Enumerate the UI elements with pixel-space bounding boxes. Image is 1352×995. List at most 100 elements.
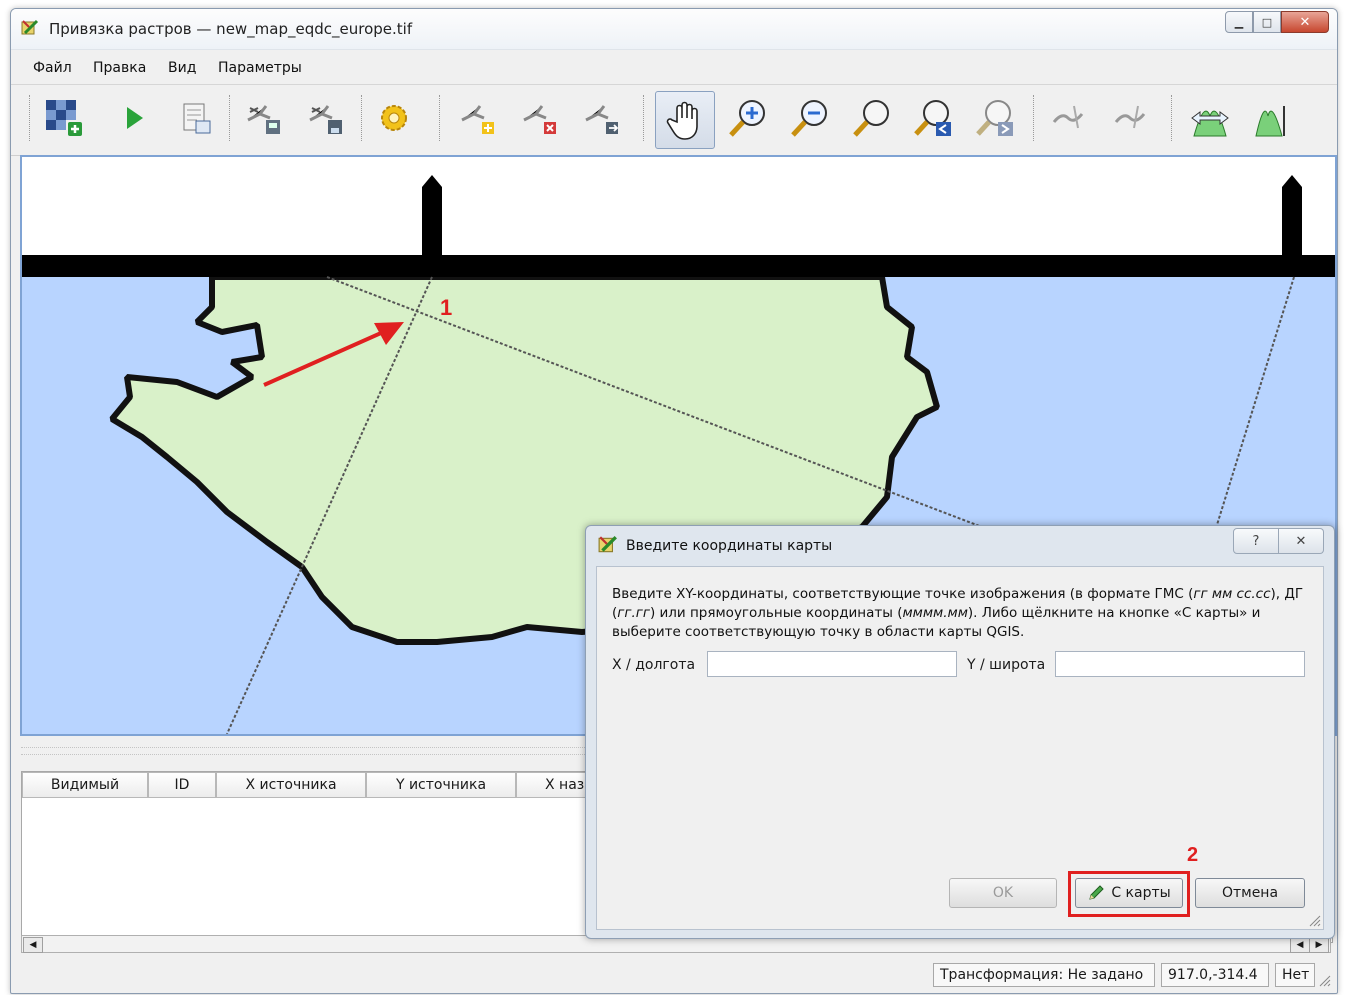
resize-grip-icon[interactable] [1317, 973, 1331, 987]
status-crs[interactable]: Нет [1275, 963, 1315, 987]
zoom-to-layer-icon [853, 100, 889, 137]
status-transformation: Трансформация: Не задано [933, 963, 1155, 987]
toolbar-separator [439, 95, 442, 141]
close-window-button[interactable]: ✕ [1281, 11, 1329, 33]
dialog-close-button[interactable]: ✕ [1279, 528, 1324, 554]
dialog-controls: ? ✕ [1233, 528, 1324, 554]
close-icon: ✕ [1295, 533, 1307, 549]
open-raster-button[interactable] [39, 93, 89, 143]
help-icon: ? [1252, 533, 1260, 549]
zoom-next-button[interactable] [971, 93, 1021, 143]
zoom-in-icon [729, 100, 765, 137]
window-title: Привязка растров — new_map_eqdc_europe.t… [49, 20, 413, 38]
delete-point-button[interactable] [515, 93, 565, 143]
local-histogram-stretch-button[interactable] [1247, 93, 1297, 143]
column-id[interactable]: ID [148, 772, 216, 798]
zoom-last-icon [914, 100, 951, 136]
title-bar: Привязка растров — new_map_eqdc_europe.t… [11, 9, 1337, 50]
link-georeferencer-to-qgis-button[interactable] [1043, 93, 1093, 143]
transformation-settings-button[interactable] [369, 93, 419, 143]
minimize-icon: ▁ [1234, 15, 1244, 29]
zoom-last-button[interactable] [909, 93, 959, 143]
menu-view[interactable]: Вид [168, 60, 196, 76]
column-y-source[interactable]: Y источника [366, 772, 516, 798]
x-longitude-input[interactable] [707, 651, 957, 677]
link-georeferencer-to-qgis-icon [1052, 105, 1084, 129]
annotation-highlight-box [1068, 871, 1190, 917]
toolbar-separator [1171, 95, 1174, 141]
cancel-button[interactable]: Отмена [1195, 878, 1305, 908]
dialog-description: Введите XY-координаты, соответствующие т… [612, 586, 1304, 640]
annotation-marker-1: 1 [440, 295, 453, 320]
column-visible[interactable]: Видимый [22, 772, 148, 798]
save-gcp-points-button[interactable] [301, 93, 351, 143]
scroll-left-button[interactable]: ◀ [23, 937, 43, 953]
x-longitude-label: X / долгота [612, 657, 696, 673]
menu-file[interactable]: Файл [33, 60, 72, 76]
save-gcp-points-icon [309, 105, 342, 134]
zoom-out-button[interactable] [785, 93, 835, 143]
window-controls: ▁ □ ✕ [1225, 11, 1329, 33]
minimize-button[interactable]: ▁ [1225, 11, 1253, 33]
status-coordinates: 917.0,-314.4 [1161, 963, 1269, 987]
move-gcp-point-icon [585, 105, 619, 134]
dialog-title: Введите координаты карты [626, 538, 833, 554]
delete-point-icon [523, 105, 556, 134]
load-gcp-points-button[interactable] [239, 93, 289, 143]
zoom-out-icon [791, 100, 827, 137]
link-qgis-to-georeferencer-icon [1114, 105, 1146, 129]
status-bar: Трансформация: Не задано 917.0,-314.4 Не… [21, 959, 1333, 989]
toolbar-separator [229, 95, 232, 141]
scroll-right-button[interactable]: ▶ [1309, 937, 1329, 953]
y-latitude-label: Y / широта [967, 657, 1046, 673]
georeferencer-app-icon [21, 19, 39, 35]
pan-button[interactable] [655, 91, 715, 149]
arrow-left-icon: ◀ [29, 940, 37, 950]
full-histogram-stretch-icon [1191, 110, 1229, 137]
toolbar-separator [29, 95, 32, 141]
transformation-settings-icon [381, 105, 407, 131]
georeferencer-app-icon [598, 536, 617, 553]
start-georeferencing-icon [127, 107, 143, 129]
y-latitude-input[interactable] [1055, 651, 1305, 677]
generate-gdal-script-icon [183, 103, 211, 134]
full-histogram-stretch-button[interactable] [1185, 93, 1235, 143]
zoom-next-icon [976, 100, 1013, 136]
generate-gdal-script-button[interactable] [171, 93, 221, 143]
toolbar [11, 85, 1337, 156]
close-icon: ✕ [1299, 14, 1311, 30]
frame-bar [22, 255, 1335, 277]
arrow-right-icon: ▶ [1315, 940, 1323, 950]
frame-post-left [422, 175, 442, 255]
load-gcp-points-icon [247, 105, 280, 134]
add-point-icon [461, 105, 494, 134]
toolbar-separator [1033, 95, 1036, 141]
start-georeferencing-button[interactable] [109, 93, 159, 143]
toolbar-separator [361, 95, 364, 141]
add-point-button[interactable] [453, 93, 503, 143]
maximize-icon: □ [1261, 15, 1273, 29]
column-x-source[interactable]: X источника [216, 772, 366, 798]
maximize-button[interactable]: □ [1253, 11, 1281, 33]
arrow-left-icon: ◀ [1296, 940, 1304, 950]
link-qgis-to-georeferencer-button[interactable] [1105, 93, 1155, 143]
gcp-table-header: Видимый ID X источника Y источника X наз… [22, 772, 636, 800]
zoom-to-layer-button[interactable] [847, 93, 897, 143]
frame-post-right [1282, 175, 1302, 255]
toolbar-separator [643, 95, 646, 141]
zoom-in-button[interactable] [723, 93, 773, 143]
menu-bar: Файл Правка Вид Параметры [11, 50, 1337, 85]
open-raster-icon [46, 100, 82, 136]
map-coordinates-dialog: Введите координаты карты ? ✕ Введите XY-… [585, 525, 1335, 939]
resize-grip-icon[interactable] [1307, 913, 1321, 927]
menu-settings[interactable]: Параметры [218, 60, 302, 76]
annotation-marker-2: 2 [1187, 844, 1199, 866]
menu-edit[interactable]: Правка [93, 60, 146, 76]
dialog-body: Введите XY-координаты, соответствующие т… [596, 566, 1324, 930]
dialog-help-button[interactable]: ? [1233, 528, 1279, 554]
move-gcp-point-button[interactable] [577, 93, 627, 143]
ok-button[interactable]: OK [949, 878, 1057, 908]
pan-icon [666, 101, 698, 140]
local-histogram-stretch-icon [1255, 106, 1285, 137]
scroll-left-button-2[interactable]: ◀ [1290, 937, 1310, 953]
